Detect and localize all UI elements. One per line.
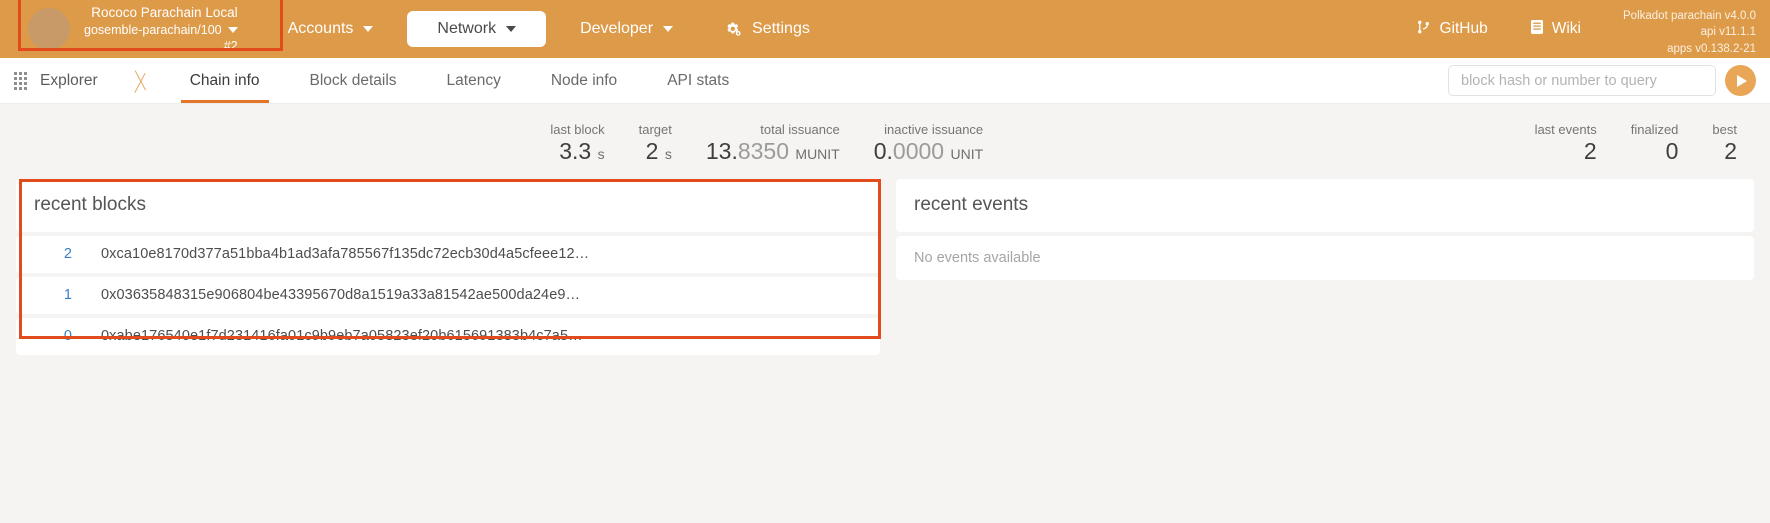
stat-inactive-issuance-unit: UNIT [950, 146, 984, 162]
nav-settings-label: Settings [752, 20, 810, 37]
tab-latency[interactable]: Latency [422, 58, 526, 103]
top-navigation-bar: Rococo Parachain Local gosemble-parachai… [0, 0, 1770, 58]
chain-selector[interactable]: Rococo Parachain Local gosemble-parachai… [18, 0, 283, 60]
block-number[interactable]: 0 [34, 328, 72, 344]
chain-spec-version: gosemble-parachain/100 [84, 22, 222, 37]
tab-block-details-label: Block details [309, 71, 397, 89]
breadcrumb-chevron-icon [125, 58, 165, 103]
stat-best-label: best [1712, 122, 1737, 137]
table-row[interactable]: 0 0xabe176540e1f7d231416fa01c9b9eb7a0582… [16, 317, 880, 355]
stat-last-block-unit: s [597, 146, 605, 162]
chevron-down-icon [663, 26, 674, 32]
tab-latency-label: Latency [446, 71, 501, 89]
stat-inactive-issuance: inactive issuance 0.0000 UNIT [857, 122, 1000, 165]
stat-last-block-value: 3.3 [559, 138, 592, 164]
tab-chain-info[interactable]: Chain info [165, 58, 285, 103]
nav-accounts-label: Accounts [287, 20, 354, 37]
version-node: Polkadot parachain v4.0.0 [1623, 10, 1756, 22]
chain-name: Rococo Parachain Local [91, 5, 238, 21]
version-info: Polkadot parachain v4.0.0 api v11.1.1 ap… [1623, 8, 1770, 57]
chain-summary-bar: last block 3.3 s target 2 s total issuan… [0, 104, 1770, 179]
nav-developer-label: Developer [580, 20, 654, 37]
breadcrumb-label: Explorer [40, 71, 98, 89]
stat-last-events-label: last events [1534, 122, 1597, 137]
stat-total-issuance: total issuance 13.8350 MUNIT [689, 122, 857, 165]
search-input[interactable] [1448, 65, 1716, 96]
section-tabbar: Explorer Chain info Block details Latenc… [0, 58, 1770, 104]
stat-finalized-value: 0 [1665, 138, 1679, 164]
stat-finalized: finalized 0 [1614, 122, 1696, 165]
git-branch-icon [1416, 19, 1431, 40]
nav-network-label: Network [437, 20, 497, 37]
header-right-group: GitHub Wiki Polkadot parachain v4.0.0 ap… [1416, 0, 1770, 58]
stat-target-value: 2 [645, 138, 659, 164]
query-search-group [1448, 58, 1770, 103]
stat-total-issuance-unit: MUNIT [795, 146, 840, 162]
stat-target-unit: s [664, 146, 672, 162]
github-link-label: GitHub [1439, 20, 1488, 37]
chevron-down-icon [363, 26, 374, 32]
tab-api-stats[interactable]: API stats [642, 58, 754, 103]
stat-total-issuance-label: total issuance [760, 122, 840, 137]
search-submit-button[interactable] [1725, 65, 1756, 96]
tab-block-details[interactable]: Block details [285, 58, 422, 103]
tab-chain-info-label: Chain info [189, 71, 260, 89]
nav-network[interactable]: Network [407, 11, 547, 47]
stat-last-events: last events 2 [1518, 122, 1614, 165]
table-row[interactable]: 1 0x03635848315e906804be43395670d8a1519a… [16, 276, 880, 314]
breadcrumb[interactable]: Explorer [0, 58, 165, 103]
recent-blocks-panel: recent blocks 2 0xca10e8170d377a51bba4b1… [16, 178, 896, 359]
tab-node-info-label: Node info [550, 71, 618, 89]
recent-events-panel: recent events No events available [896, 178, 1754, 280]
wiki-link-label: Wiki [1551, 20, 1582, 37]
content-panels: recent blocks 2 0xca10e8170d377a51bba4b1… [0, 178, 1770, 359]
block-hash[interactable]: 0xca10e8170d377a51bba4b1ad3afa785567f135… [101, 246, 589, 262]
recent-events-title: recent events [914, 193, 1029, 215]
stat-inactive-issuance-label: inactive issuance [884, 122, 984, 137]
stat-total-issuance-value: 13. [705, 138, 738, 164]
tab-api-stats-label: API stats [667, 71, 730, 89]
stat-target-label: target [638, 122, 672, 137]
recent-blocks-header: recent blocks [16, 178, 880, 232]
stat-last-events-value: 2 [1583, 138, 1597, 164]
stat-inactive-issuance-value: 0. [873, 138, 893, 164]
play-arrow-icon [1737, 74, 1747, 87]
block-number[interactable]: 1 [34, 287, 72, 303]
stat-last-block: last block 3.3 s [533, 122, 621, 165]
chevron-down-icon[interactable] [227, 26, 238, 33]
stat-target: target 2 s [622, 122, 689, 165]
stat-best: best 2 [1695, 122, 1754, 165]
recent-blocks-title: recent blocks [34, 193, 146, 215]
chevron-down-icon [506, 26, 517, 32]
book-icon [1530, 19, 1544, 40]
nav-developer[interactable]: Developer [562, 11, 691, 47]
tab-list: Chain info Block details Latency Node in… [165, 58, 755, 103]
chain-best-block: #2 [223, 38, 238, 53]
stat-total-issuance-decimals: 8350 [737, 138, 790, 164]
recent-events-empty: No events available [896, 235, 1754, 280]
table-row[interactable]: 2 0xca10e8170d377a51bba4b1ad3afa785567f1… [16, 235, 880, 273]
wiki-link[interactable]: Wiki [1530, 19, 1581, 40]
apps-grid-icon [14, 71, 27, 90]
nav-accounts[interactable]: Accounts [270, 11, 392, 47]
stat-last-block-label: last block [550, 122, 605, 137]
block-hash[interactable]: 0xabe176540e1f7d231416fa01c9b9eb7a05823e… [101, 328, 583, 344]
block-hash[interactable]: 0x03635848315e906804be43395670d8a1519a33… [101, 287, 580, 303]
chain-avatar [28, 8, 70, 50]
stat-inactive-issuance-decimals: 0000 [892, 138, 945, 164]
gear-icon [725, 21, 742, 38]
nav-settings[interactable]: Settings [707, 11, 828, 47]
stat-finalized-label: finalized [1630, 122, 1679, 137]
recent-events-header: recent events [896, 178, 1754, 232]
block-number[interactable]: 2 [34, 246, 72, 262]
github-link[interactable]: GitHub [1416, 19, 1488, 40]
stat-best-value: 2 [1724, 138, 1737, 164]
version-apps: apps v0.138.2-21 [1667, 42, 1756, 55]
tab-node-info[interactable]: Node info [526, 58, 642, 103]
version-api: api v11.1.1 [1700, 26, 1756, 39]
